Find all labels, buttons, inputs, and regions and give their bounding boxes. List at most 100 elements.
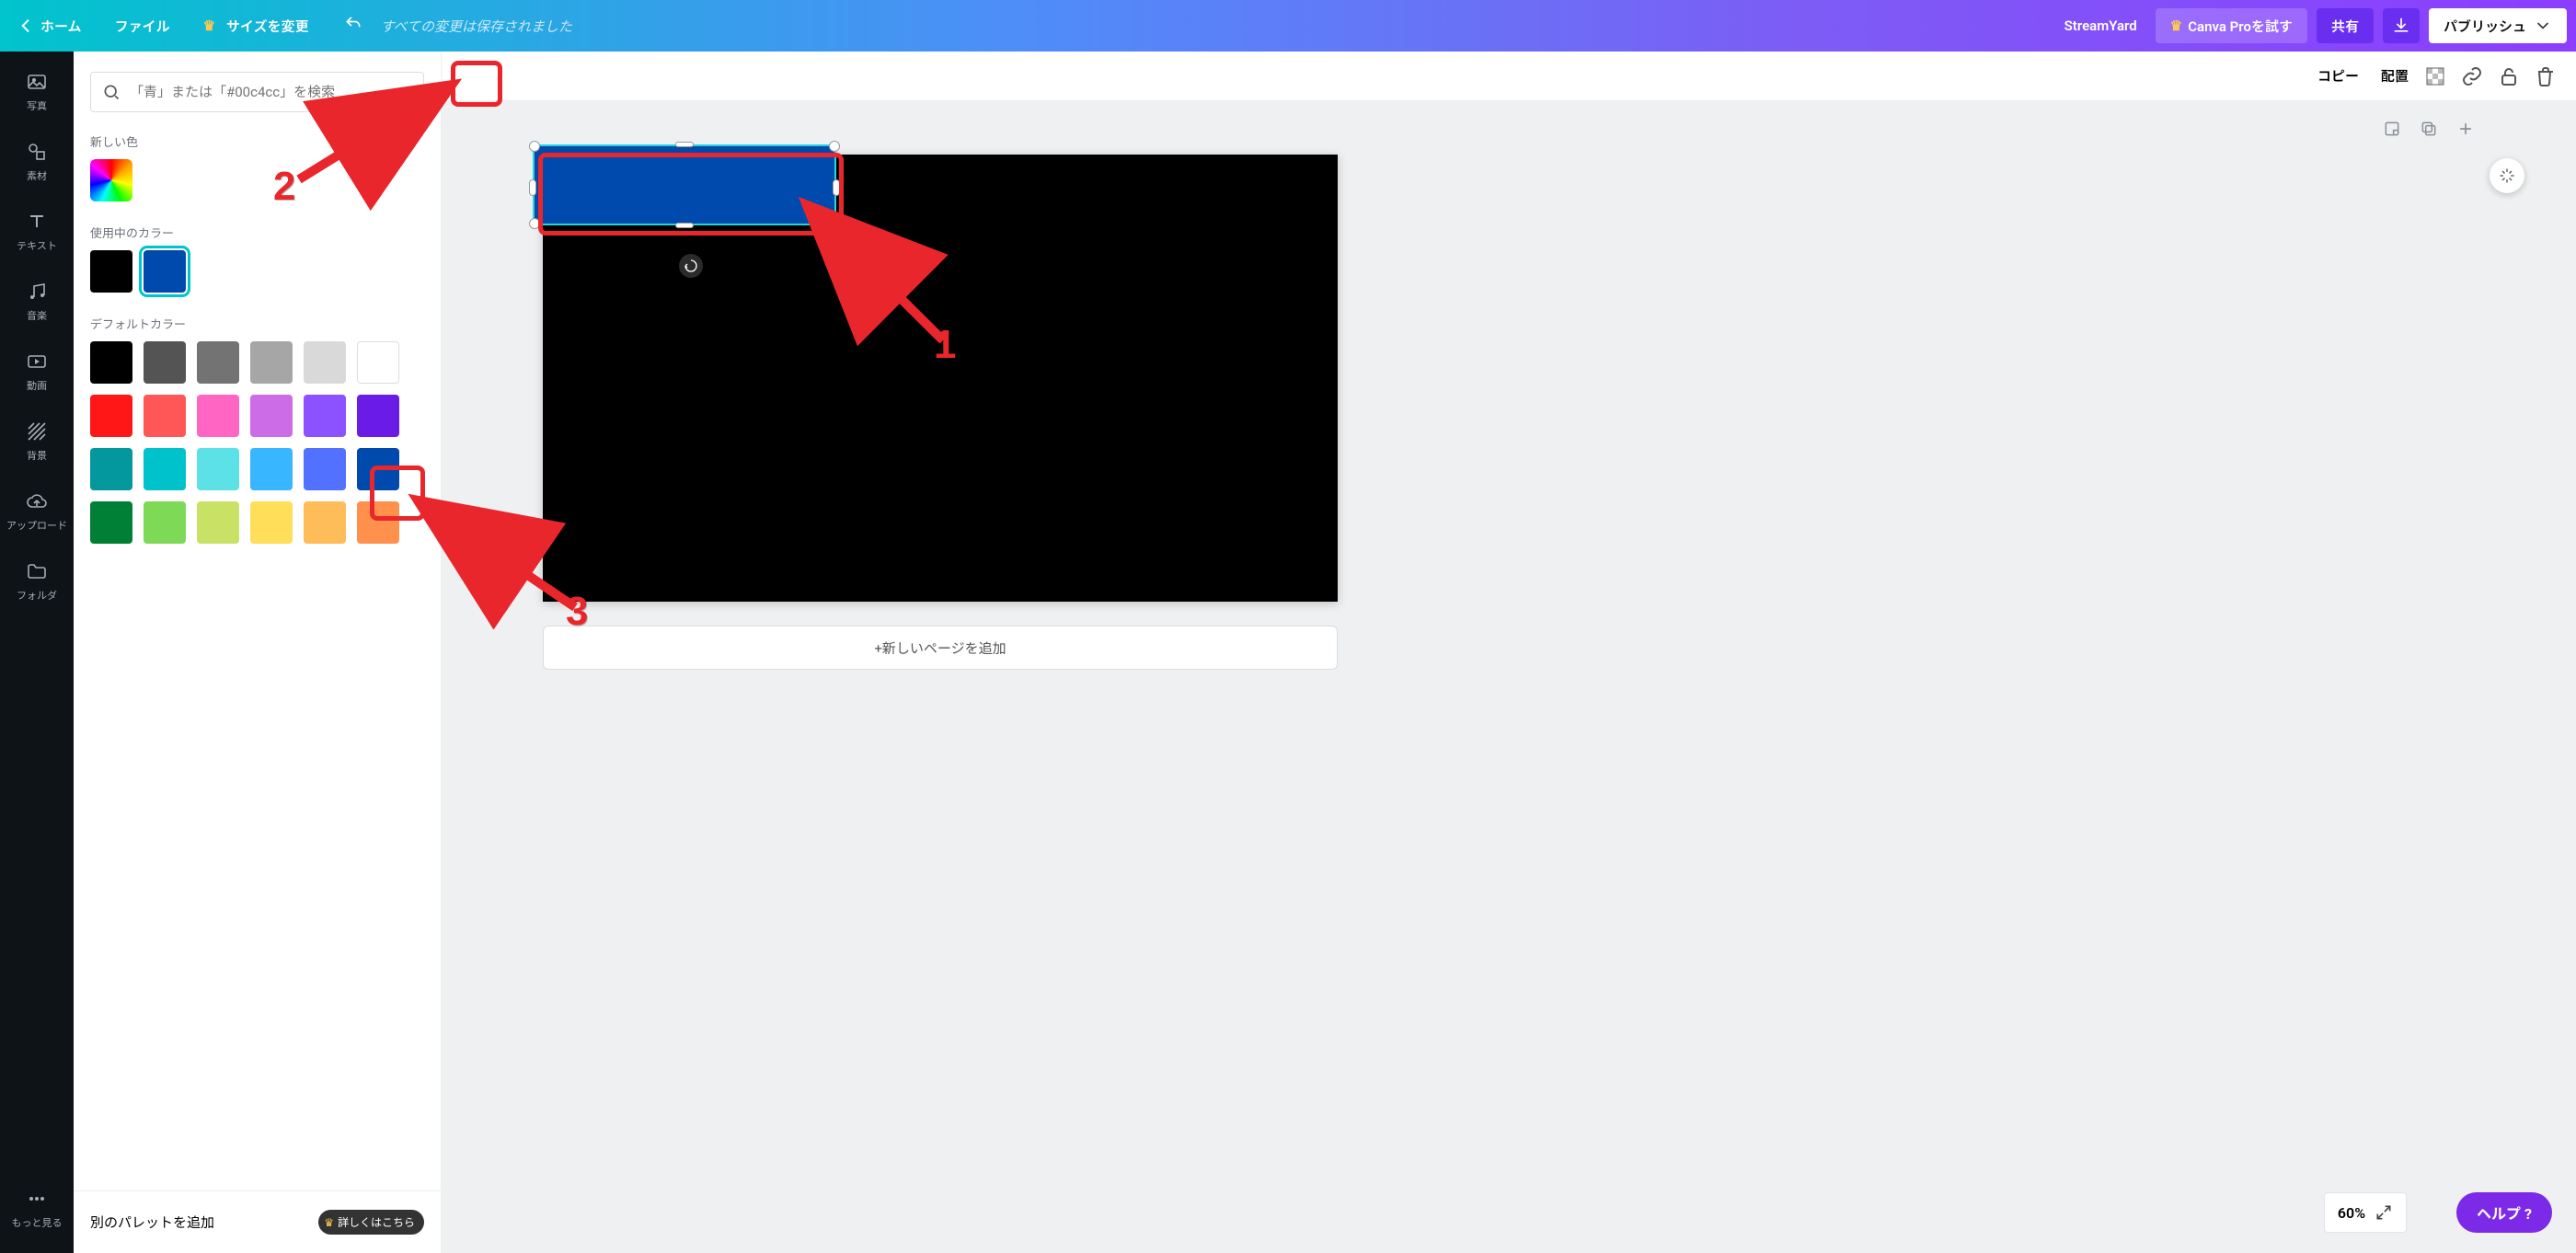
resize-handle-sw[interactable] [529, 218, 540, 229]
default-swatch[interactable] [304, 448, 346, 490]
default-swatch[interactable] [197, 448, 239, 490]
rail-video[interactable]: 動画 [0, 337, 74, 407]
rail-label: 背景 [27, 448, 47, 463]
rail-label: 素材 [27, 168, 47, 183]
section-new-color: 新しい色 [90, 132, 424, 150]
default-swatch[interactable] [90, 395, 132, 437]
inuse-swatch[interactable] [90, 250, 132, 293]
undo-button[interactable] [326, 15, 381, 37]
unlock-icon [2498, 65, 2520, 87]
default-swatch[interactable] [144, 395, 186, 437]
default-swatch[interactable] [197, 341, 239, 384]
default-swatch[interactable] [90, 341, 132, 384]
default-swatch[interactable] [357, 501, 399, 544]
add-page-button[interactable] [2456, 120, 2475, 142]
default-swatch[interactable] [304, 341, 346, 384]
home-label: ホーム [40, 17, 82, 36]
resize-handle-e[interactable] [833, 179, 840, 196]
default-swatch[interactable] [304, 395, 346, 437]
link-icon [2461, 65, 2483, 87]
resize-handle-ne[interactable] [829, 141, 840, 152]
left-rail: 写真 素材 テキスト 音楽 動画 背景 アップロード フォルダ もっと見る [0, 52, 74, 1253]
rail-text[interactable]: テキスト [0, 197, 74, 267]
default-swatch[interactable] [144, 341, 186, 384]
resize-handle-s[interactable] [675, 223, 694, 228]
rail-label: もっと見る [12, 1215, 63, 1230]
zoom-control[interactable]: 60% [2324, 1192, 2407, 1233]
shapes-icon [26, 141, 48, 163]
page-1[interactable] [543, 155, 1338, 602]
canvas-area[interactable]: +新しいページを追加 60% ヘルプ ? [442, 101, 2576, 1253]
trash-icon [2535, 65, 2557, 87]
default-swatch[interactable] [357, 448, 399, 490]
rail-label: フォルダ [17, 588, 57, 603]
rail-photos[interactable]: 写真 [0, 57, 74, 127]
duplicate-page-button[interactable] [2420, 120, 2438, 142]
help-button[interactable]: ヘルプ ? [2456, 1192, 2552, 1233]
default-swatch[interactable] [250, 341, 293, 384]
default-swatch[interactable] [250, 501, 293, 544]
resize-handle-se[interactable] [829, 218, 840, 229]
share-button[interactable]: 共有 [2317, 8, 2374, 43]
file-label: ファイル [115, 18, 170, 35]
rail-label: 音楽 [27, 308, 47, 323]
rail-elements[interactable]: 素材 [0, 127, 74, 197]
home-button[interactable]: ホーム [0, 17, 98, 36]
notes-button[interactable] [2383, 120, 2401, 142]
lock-button[interactable] [2493, 61, 2524, 92]
crown-icon: ♛ [324, 1216, 334, 1229]
default-swatch[interactable] [197, 395, 239, 437]
link-button[interactable] [2456, 61, 2488, 92]
default-swatch[interactable] [90, 501, 132, 544]
default-swatch[interactable] [250, 395, 293, 437]
color-search-input[interactable] [130, 84, 412, 100]
selected-rectangle[interactable] [535, 146, 834, 224]
magic-button[interactable] [2490, 158, 2524, 193]
resize-handle-n[interactable] [675, 142, 694, 147]
arrange-button[interactable]: 配置 [2370, 66, 2420, 86]
file-menu[interactable]: ファイル [98, 17, 187, 36]
rail-more[interactable]: もっと見る [0, 1174, 74, 1244]
publish-button[interactable]: パブリッシュ [2429, 8, 2567, 43]
default-swatch[interactable] [304, 501, 346, 544]
rail-label: テキスト [17, 238, 57, 253]
learn-more-pill[interactable]: ♛ 詳しくはこちら [318, 1210, 424, 1235]
rail-folder[interactable]: フォルダ [0, 546, 74, 616]
default-swatch[interactable] [357, 395, 399, 437]
plus-icon [2456, 120, 2475, 138]
transparency-icon [2424, 65, 2446, 87]
copy-button[interactable]: コピー [2306, 66, 2370, 86]
undo-icon [344, 15, 362, 33]
resize-menu[interactable]: ♛ サイズを変更 [187, 17, 326, 36]
default-swatch[interactable] [144, 501, 186, 544]
rail-background[interactable]: 背景 [0, 407, 74, 477]
download-button[interactable] [2383, 8, 2420, 43]
rail-label: 写真 [27, 98, 47, 113]
zoom-value: 60% [2338, 1204, 2365, 1222]
rail-upload[interactable]: アップロード [0, 477, 74, 546]
delete-button[interactable] [2530, 61, 2561, 92]
rotate-handle[interactable] [679, 254, 703, 278]
resize-handle-nw[interactable] [529, 141, 540, 152]
default-swatch[interactable] [90, 448, 132, 490]
rail-music[interactable]: 音楽 [0, 267, 74, 337]
text-icon [26, 211, 48, 233]
resize-handle-w[interactable] [529, 179, 536, 196]
new-color-picker[interactable] [90, 159, 132, 201]
inuse-swatch[interactable] [144, 250, 186, 293]
page-controls [2383, 120, 2475, 142]
default-swatch[interactable] [250, 448, 293, 490]
note-icon [2383, 120, 2401, 138]
search-icon [102, 83, 121, 101]
document-title[interactable]: StreamYard [2046, 17, 2156, 34]
default-swatch[interactable] [197, 501, 239, 544]
transparency-button[interactable] [2420, 61, 2451, 92]
default-swatch[interactable] [144, 448, 186, 490]
color-search[interactable] [90, 72, 424, 112]
default-swatch[interactable] [357, 341, 399, 384]
try-pro-button[interactable]: ♛ Canva Proを試す [2156, 8, 2307, 43]
music-icon [26, 281, 48, 303]
publish-label: パブリッシュ [2444, 17, 2526, 36]
add-page-bar[interactable]: +新しいページを追加 [543, 626, 1338, 670]
add-palette-link[interactable]: 別のパレットを追加 [90, 1213, 214, 1232]
